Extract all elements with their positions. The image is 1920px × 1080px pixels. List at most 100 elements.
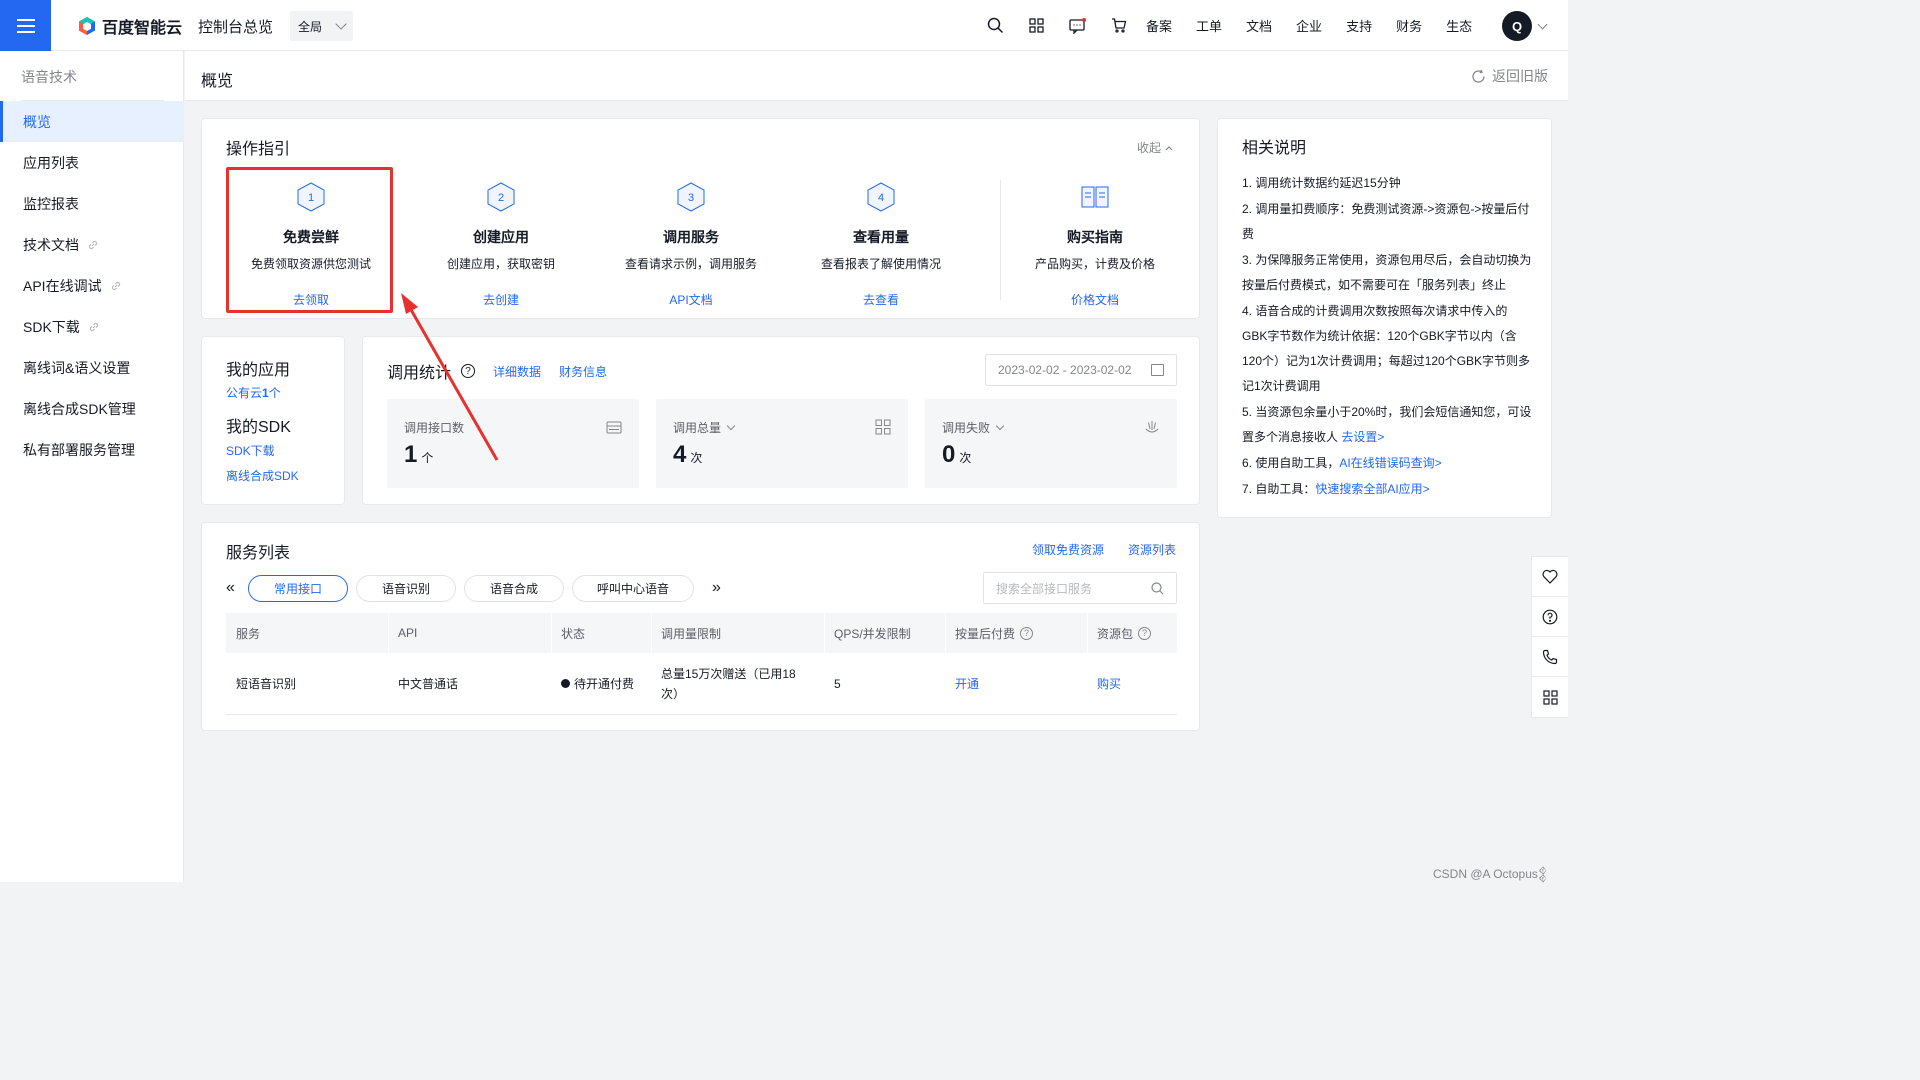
nav-link-support[interactable]: 支持 xyxy=(1346,16,1372,35)
sidebar-item-sdk-download[interactable]: SDK下载 xyxy=(0,306,184,347)
tab-call-center[interactable]: 呼叫中心语音 xyxy=(572,574,695,602)
double-chevron-right-icon[interactable]: » xyxy=(712,579,734,597)
cart-icon[interactable] xyxy=(1098,0,1139,51)
sidebar-item-monitor-report[interactable]: 监控报表 xyxy=(0,183,184,224)
search-icon[interactable] xyxy=(1151,582,1164,595)
sidebar-item-overview[interactable]: 概览 xyxy=(0,101,184,142)
sidebar-item-offline-words[interactable]: 离线词&语义设置 xyxy=(0,347,184,388)
nav-link-finance[interactable]: 财务 xyxy=(1396,16,1422,35)
detail-data-link[interactable]: 详细数据 xyxy=(493,363,541,380)
book-icon xyxy=(1081,186,1109,208)
cell-status: 待开通付费 xyxy=(551,653,651,714)
failure-icon xyxy=(1145,421,1159,433)
finance-info-link[interactable]: 财务信息 xyxy=(559,363,607,380)
date-range-picker[interactable]: 2023-02-02 - 2023-02-02 xyxy=(985,354,1177,386)
ai-app-search-link[interactable]: 快速搜索全部AI应用> xyxy=(1315,482,1429,496)
nav-link-ticket[interactable]: 工单 xyxy=(1196,16,1222,35)
related-notes-card: 相关说明 1. 调用统计数据约延迟15分钟 2. 调用量扣费顺序：免费测试资源-… xyxy=(1217,118,1552,518)
guide-card: 操作指引 收起 1 免费尝鲜 免费领取资源供您测试 去领取 2 创建应用 创建应… xyxy=(201,118,1200,319)
collapse-button[interactable]: 收起 xyxy=(1137,139,1173,156)
sidebar-item-label: 应用列表 xyxy=(23,154,79,171)
menu-icon[interactable] xyxy=(0,0,51,51)
set-recipients-link[interactable]: 去设置> xyxy=(1341,430,1384,444)
apps-icon[interactable] xyxy=(1016,0,1057,51)
search-icon[interactable] xyxy=(975,0,1016,51)
stat-label: 调用总量 xyxy=(673,421,722,435)
nav-link-filing[interactable]: 备案 xyxy=(1146,16,1172,35)
error-code-query-link[interactable]: AI在线错误码查询> xyxy=(1339,456,1441,470)
nav-link-ecosystem[interactable]: 生态 xyxy=(1446,16,1472,35)
step-number: 3 xyxy=(688,192,694,204)
help-icon[interactable]: ? xyxy=(461,364,476,378)
nav-link-enterprise[interactable]: 企业 xyxy=(1296,16,1322,35)
floating-toolbar xyxy=(1531,556,1568,718)
favorite-icon[interactable] xyxy=(1532,557,1568,597)
tab-speech-synthesis[interactable]: 语音合成 xyxy=(464,574,564,602)
step-number-icon: 1 xyxy=(297,182,325,212)
step-number: 4 xyxy=(878,192,884,204)
help-icon[interactable]: ? xyxy=(1138,626,1152,640)
stat-tile-total-calls: 调用总量 4次 xyxy=(656,399,908,488)
note-item: 7. 自助工具：快速搜索全部AI应用> xyxy=(1242,477,1532,502)
public-cloud-link[interactable]: 公有云1个 xyxy=(226,384,281,401)
offline-sdk-link[interactable]: 离线合成SDK xyxy=(226,467,299,484)
claim-link[interactable]: 去领取 xyxy=(293,293,329,307)
step-desc: 免费领取资源供您测试 xyxy=(250,257,371,271)
note-item: 2. 调用量扣费顺序：免费测试资源->资源包->按量后付费 xyxy=(1242,197,1532,247)
external-link-icon xyxy=(88,240,98,249)
phone-icon[interactable] xyxy=(1532,637,1568,677)
note-text: 4. 语音合成的计费调用次数按照每次请求中传入的GBK字节数作为统计依据：120… xyxy=(1242,304,1531,393)
service-search-input[interactable]: 搜索全部接口服务 xyxy=(983,572,1177,604)
view-link[interactable]: 去查看 xyxy=(863,293,899,307)
enable-postpay-link[interactable]: 开通 xyxy=(955,675,979,692)
call-stats-card: 调用统计 ? 详细数据 财务信息 2023-02-02 - 2023-02-02… xyxy=(362,336,1200,505)
column-header: 调用量限制 xyxy=(651,613,824,653)
refresh-icon xyxy=(1472,69,1485,83)
cell-api: 中文普通话 xyxy=(398,677,459,691)
tab-speech-recognition[interactable]: 语音识别 xyxy=(356,574,456,602)
chevron-down-icon[interactable] xyxy=(1537,19,1548,30)
back-to-old-version-button[interactable]: 返回旧版 xyxy=(1471,66,1548,86)
sidebar-item-app-list[interactable]: 应用列表 xyxy=(0,142,184,183)
price-docs-link[interactable]: 价格文档 xyxy=(1071,293,1119,307)
buy-package-link[interactable]: 购买 xyxy=(1097,675,1121,692)
failed-calls-dropdown[interactable]: 调用失败 xyxy=(942,419,1005,436)
sdk-download-link[interactable]: SDK下载 xyxy=(226,442,275,459)
total-calls-dropdown[interactable]: 调用总量 xyxy=(673,419,736,436)
message-icon[interactable] xyxy=(1057,0,1098,51)
create-link[interactable]: 去创建 xyxy=(483,293,519,307)
sidebar-item-label: 私有部署服务管理 xyxy=(23,441,135,458)
help-icon[interactable] xyxy=(1532,597,1568,637)
stat-tile-api-count: 调用接口数 1个 xyxy=(387,399,639,488)
logo-icon xyxy=(79,17,95,35)
avatar[interactable]: Q xyxy=(1502,11,1532,41)
sidebar-item-label: API在线调试 xyxy=(23,277,102,294)
claim-free-resources-link[interactable]: 领取免费资源 xyxy=(1032,541,1104,558)
app-count-unit: 个 xyxy=(268,386,281,400)
step-name: 创建应用 xyxy=(473,229,529,245)
nav-link-docs[interactable]: 文档 xyxy=(1246,16,1272,35)
sidebar-item-private-deploy[interactable]: 私有部署服务管理 xyxy=(0,429,184,470)
help-icon[interactable]: ? xyxy=(1020,626,1034,640)
column-header: 资源包? xyxy=(1087,613,1177,653)
logo[interactable]: 百度智能云 xyxy=(78,14,182,38)
sidebar-item-label: 技术文档 xyxy=(23,236,79,253)
sidebar-item-api-debug[interactable]: API在线调试 xyxy=(0,265,184,306)
date-range-value: 2023-02-02 - 2023-02-02 xyxy=(998,363,1132,377)
resource-list-link[interactable]: 资源列表 xyxy=(1128,541,1176,558)
scope-select[interactable]: 全局 xyxy=(290,11,353,41)
guide-title: 操作指引 xyxy=(226,141,291,158)
sidebar-item-offline-sdk[interactable]: 离线合成SDK管理 xyxy=(0,388,184,429)
cell-service: 短语音识别 xyxy=(236,677,297,691)
sidebar-item-label: 监控报表 xyxy=(23,195,79,212)
sidebar-item-label: 离线词&语义设置 xyxy=(23,359,131,376)
grid-icon[interactable] xyxy=(1532,677,1568,717)
stat-label: 调用失败 xyxy=(942,421,991,435)
api-docs-link[interactable]: API文档 xyxy=(669,293,712,307)
tab-common-apis[interactable]: 常用接口 xyxy=(248,574,348,602)
double-chevron-left-icon[interactable]: « xyxy=(226,579,248,597)
console-overview-link[interactable]: 控制台总览 xyxy=(198,16,273,37)
page-title: 概览 xyxy=(201,73,234,90)
sidebar-item-tech-docs[interactable]: 技术文档 xyxy=(0,224,184,265)
step-number: 1 xyxy=(308,192,314,204)
